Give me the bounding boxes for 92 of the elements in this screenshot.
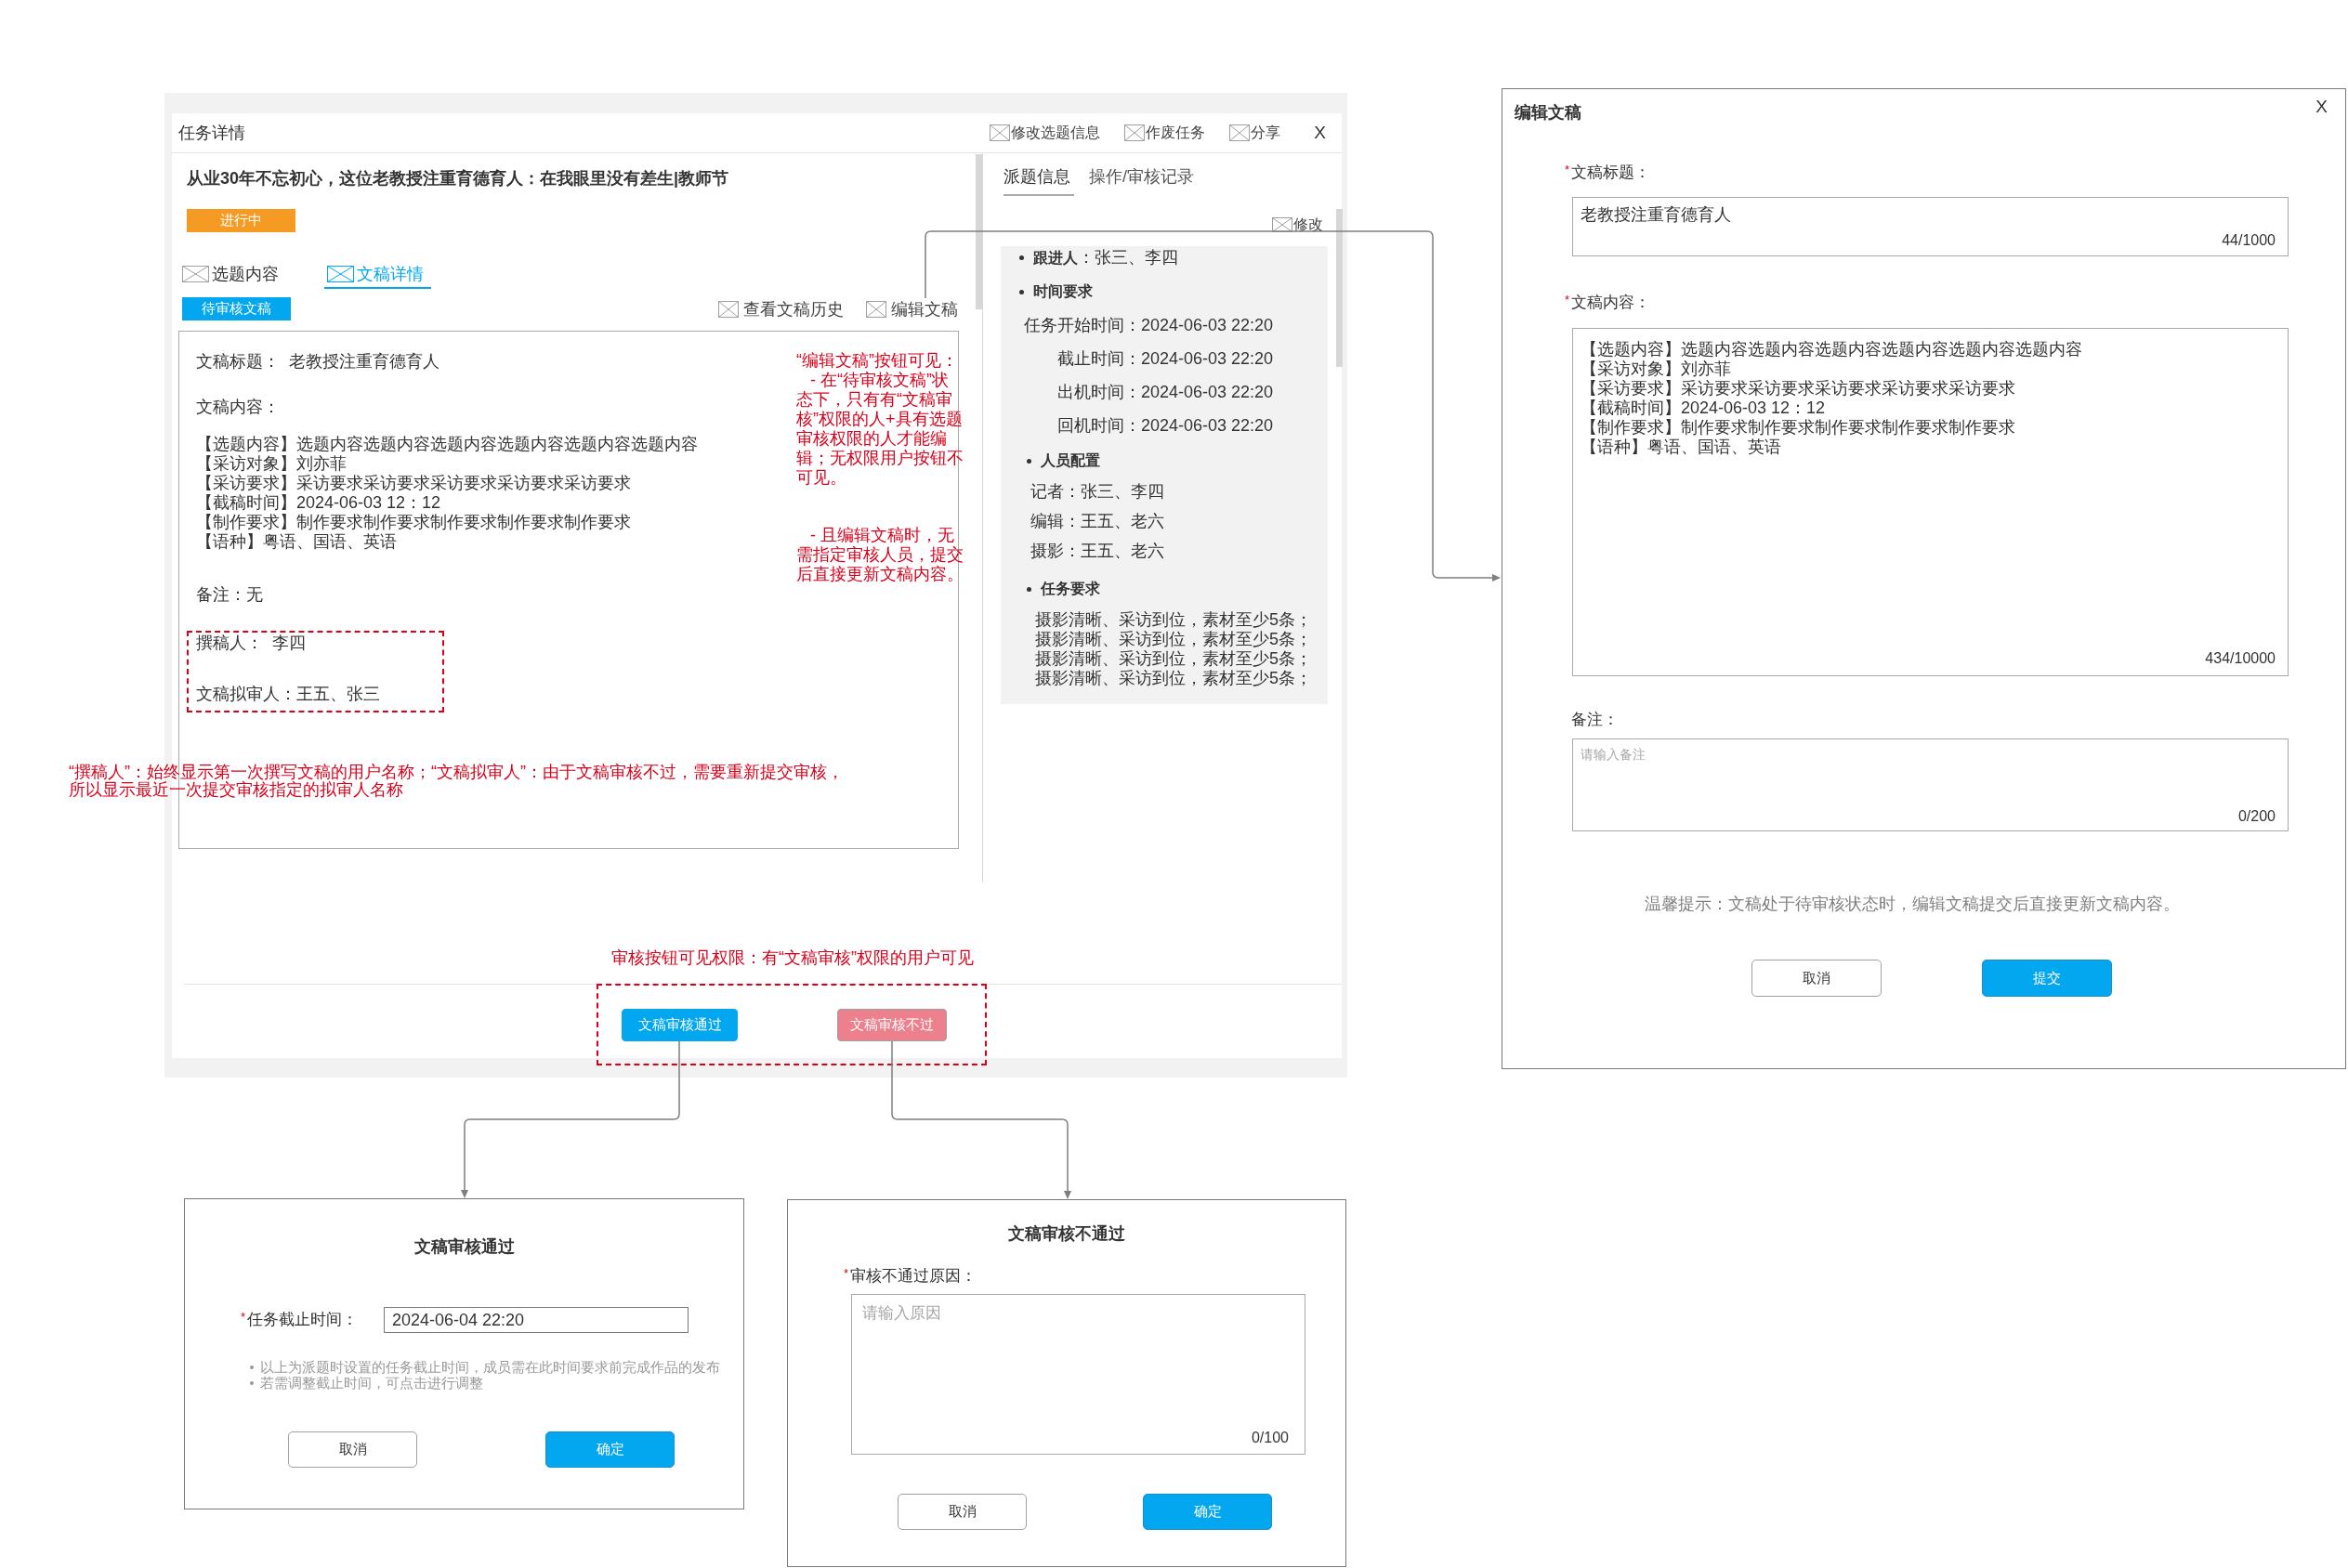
crossed-box-icon	[866, 300, 886, 318]
requirement-text: 摄影清晰、采访到位，素材至少5条；	[1035, 648, 1312, 668]
bullet-icon	[1027, 586, 1031, 592]
header-action-button[interactable]: 作废任务	[1124, 124, 1206, 142]
crossed-box-icon	[1229, 124, 1251, 141]
bullet-icon	[1027, 458, 1031, 464]
header-action-button[interactable]: 分享	[1229, 124, 1281, 142]
field-value: 2024-06-03 22:20	[1141, 415, 1274, 436]
content-line: 【采访对象】刘亦菲	[196, 454, 347, 474]
secondary-button[interactable]: 取消	[288, 1431, 417, 1468]
section-heading: 人员配置	[1041, 451, 1100, 470]
field-label: 出机时间：	[1056, 382, 1141, 403]
annotation-text: - 且编辑文稿时，无需指定审核人员，提交后直接更新文稿内容。	[796, 526, 964, 584]
info-text: 跟进人：张三、李四	[1033, 246, 1178, 268]
bullet-icon	[250, 1365, 254, 1369]
crossed-box-icon	[1272, 217, 1292, 232]
required-mark: *	[1565, 293, 1571, 307]
field-value: 2024-06-03 22:20	[1141, 348, 1274, 369]
character-counter: 434/10000	[2205, 650, 2276, 667]
annotation-text: - 在“待审核文稿”状态下，只有有“文稿审核”权限的人+具有选题审核权限的人才能编辑；无权限用户按钮不可见。	[796, 371, 964, 488]
draft-status-tag: 待审核文稿	[182, 297, 291, 320]
tip-text: 若需调整截止时间，可点击进行调整	[260, 1375, 483, 1391]
close-button[interactable]: X	[2315, 98, 2328, 116]
field-text: 撰稿人： 李四	[196, 633, 306, 653]
field-label: 回机时间：	[1056, 415, 1141, 437]
secondary-button[interactable]: 取消	[898, 1494, 1027, 1530]
dialog-title: 编辑文稿	[1515, 102, 1581, 124]
field-label: 记者：	[1030, 481, 1081, 503]
hint-text: 温馨提示：文稿处于待审核状态时，编辑文稿提交后直接更新文稿内容。	[1644, 894, 2180, 915]
field-text: 文稿拟审人：王五、张三	[196, 684, 380, 704]
character-counter: 44/1000	[2222, 232, 2276, 249]
crossed-box-icon	[718, 300, 739, 318]
annotation-text: 审核按钮可见权限：有“文稿审核”权限的用户可见	[611, 947, 974, 968]
panel-title: 任务详情	[178, 123, 245, 143]
field-label: 任务截止时间：	[247, 1310, 358, 1330]
content-line: 【采访要求】采访要求采访要求采访要求采访要求采访要求	[196, 474, 631, 493]
article-title: 从业30年不忘初心，这位老教授注重育德育人：在我眼里没有差生|教师节	[187, 168, 729, 189]
field-value: 2024-06-03 22:20	[1141, 382, 1274, 402]
crossed-box-icon	[1124, 124, 1146, 141]
field-text: 备注：无	[196, 584, 263, 605]
scrollbar-thumb[interactable]	[1336, 209, 1343, 367]
tab[interactable]: 选题内容	[179, 265, 286, 289]
bullet-icon	[1019, 289, 1024, 294]
section-heading: 任务要求	[1041, 580, 1100, 598]
content-line: 【截稿时间】2024-06-03 12：12	[196, 493, 441, 513]
tab[interactable]: 操作/审核记录	[1089, 166, 1198, 196]
edit-link[interactable]: 修改	[1272, 216, 1323, 234]
field-value: 王五、老六	[1081, 511, 1164, 532]
content-line: 【语种】粤语、国语、英语	[196, 532, 397, 552]
content-line: 【选题内容】选题内容选题内容选题内容选题内容选题内容选题内容	[196, 435, 698, 454]
bullet-icon	[1019, 255, 1024, 260]
required-mark: *	[1565, 163, 1571, 177]
annotation-text: “编辑文稿”按钮可见：	[796, 351, 959, 371]
tab[interactable]: 派题信息	[1003, 166, 1074, 196]
field-value: 张三、李四	[1081, 481, 1164, 503]
character-counter: 0/100	[1251, 1430, 1289, 1446]
field-value: 王五、老六	[1081, 541, 1164, 562]
tip-text: 以上为派题时设置的任务截止时间，成员需在此时间要求前完成作品的发布	[260, 1359, 720, 1375]
required-mark: *	[844, 1266, 850, 1281]
date-time-input[interactable]: 2024-06-04 22:20	[384, 1307, 689, 1333]
field-label: 截止时间：	[1056, 348, 1141, 370]
status-badge: 进行中	[187, 209, 295, 232]
field-label: 文稿内容：	[196, 397, 280, 417]
dialog-title: 文稿审核通过	[413, 1236, 515, 1258]
requirement-text: 摄影清晰、采访到位，素材至少5条；	[1035, 609, 1312, 629]
section-heading: 时间要求	[1033, 282, 1093, 301]
bullet-icon	[250, 1380, 254, 1385]
crossed-box-icon	[990, 124, 1011, 141]
field-value: 2024-06-03 22:20	[1141, 315, 1274, 335]
crossed-box-icon	[327, 266, 354, 282]
field-label: 摄影：	[1030, 541, 1081, 562]
field-label: 编辑：	[1030, 511, 1081, 532]
dialog-title: 文稿审核不通过	[1008, 1223, 1125, 1245]
content-line: 【制作要求】制作要求制作要求制作要求制作要求制作要求	[196, 513, 631, 532]
requirement-text: 摄影清晰、采访到位，素材至少5条；	[1035, 629, 1312, 648]
draft-action-button[interactable]: 查看文稿历史	[718, 299, 844, 319]
requirement-text: 摄影清晰、采访到位，素材至少5条；	[1035, 668, 1312, 687]
field-text: 文稿标题： 老教授注重育德育人	[196, 351, 439, 372]
close-button[interactable]: X	[1314, 124, 1326, 142]
crossed-box-icon	[182, 266, 209, 282]
field-label: 备注：	[1571, 710, 1619, 730]
annotation-text: “撰稿人”：始终显示第一次撰写文稿的用户名称；“文稿拟审人”：由于文稿审核不过，需要重新提交审核，所以显示最近一次提交审核指定的拟审人名称	[69, 764, 845, 799]
required-mark: *	[241, 1310, 247, 1325]
character-counter: 0/200	[2237, 808, 2276, 825]
field-label: 文稿标题：	[1571, 163, 1650, 183]
field-label: 文稿内容：	[1571, 293, 1650, 313]
draft-action-button[interactable]: 编辑文稿	[866, 299, 958, 319]
secondary-button[interactable]: 取消	[1751, 960, 1882, 997]
scrollbar-thumb[interactable]	[976, 154, 982, 309]
field-label: 任务开始时间：	[1024, 315, 1141, 336]
field-label: 审核不通过原因：	[850, 1266, 977, 1287]
header-action-button[interactable]: 修改选题信息	[990, 124, 1101, 142]
